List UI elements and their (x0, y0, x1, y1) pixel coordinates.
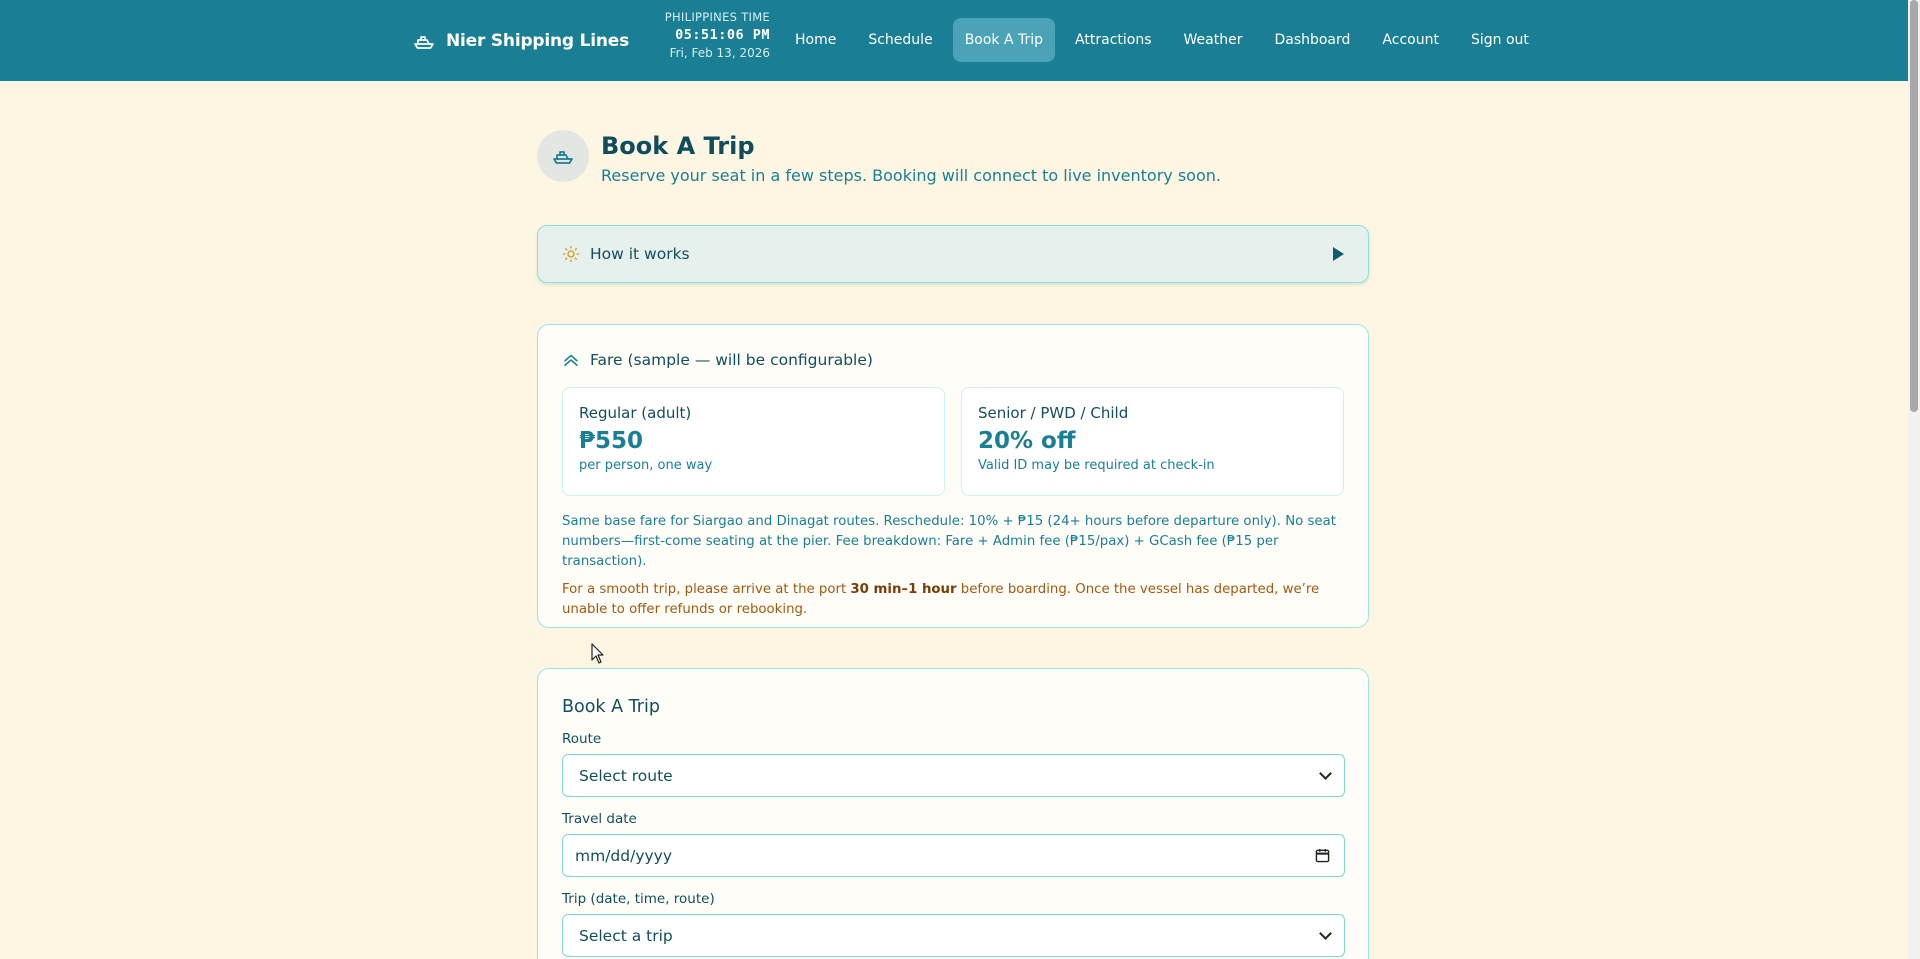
clock-date: Fri, Feb 13, 2026 (669, 46, 770, 60)
clock-label: PHILIPPINES TIME (664, 10, 770, 24)
fare-title: Fare (sample — will be configurable) (590, 351, 873, 369)
brand-logo-link[interactable]: Nier Shipping Lines (412, 0, 629, 81)
page-title: Book A Trip (601, 132, 755, 160)
nav-sign-out[interactable]: Sign out (1459, 18, 1541, 62)
booking-form-title: Book A Trip (562, 697, 660, 717)
nav-home[interactable]: Home (783, 18, 848, 62)
page-header: Book A Trip Reserve your seat in a few s… (537, 130, 1221, 185)
arrival-warning: For a smooth trip, please arrive at the … (562, 580, 1344, 620)
travel-date-placeholder: mm/dd/yyyy (575, 846, 673, 865)
brand-name: Nier Shipping Lines (446, 30, 630, 51)
booking-form: Book A Trip Route Select route Travel da… (537, 668, 1369, 959)
scrollbar-thumb[interactable] (1910, 0, 1918, 412)
nav-dashboard[interactable]: Dashboard (1262, 18, 1362, 62)
discount-fare-box: Senior / PWD / Child 20% off Valid ID ma… (961, 387, 1344, 496)
mouse-cursor-icon (591, 643, 604, 664)
travel-date-input[interactable]: mm/dd/yyyy (562, 834, 1345, 877)
how-it-works-label: How it works (590, 245, 690, 263)
arrival-warning-time: 30 min–1 hour (850, 582, 957, 597)
travel-date-label: Travel date (562, 811, 637, 827)
page-subtitle: Reserve your seat in a few steps. Bookin… (601, 166, 1221, 185)
main-nav: Home Schedule Book A Trip Attractions We… (783, 18, 1549, 62)
philippines-time-clock: PHILIPPINES TIME 05:51:06 PM Fri, Feb 13… (620, 10, 770, 60)
regular-fare-value: ₱550 (579, 428, 644, 454)
discount-fare-note: Valid ID may be required at check-in (978, 458, 1215, 473)
regular-fare-box: Regular (adult) ₱550 per person, one way (562, 387, 945, 496)
route-select[interactable]: Select route (562, 754, 1345, 797)
page-scrollbar[interactable] (1908, 0, 1920, 959)
play-icon (1333, 247, 1344, 261)
chevrons-up-icon (564, 354, 578, 366)
ship-icon (537, 130, 589, 182)
regular-fare-note: per person, one way (579, 458, 713, 473)
trip-select[interactable]: Select a trip (562, 914, 1345, 957)
nav-schedule[interactable]: Schedule (856, 18, 944, 62)
discount-fare-label: Senior / PWD / Child (978, 404, 1129, 422)
route-select-value: Select route (579, 766, 673, 785)
arrival-warning-prefix: For a smooth trip, please arrive at the … (562, 582, 851, 597)
chevron-down-icon (1319, 927, 1332, 940)
fare-card: Fare (sample — will be configurable) Reg… (537, 324, 1369, 628)
trip-select-value: Select a trip (579, 926, 673, 945)
nav-book-a-trip[interactable]: Book A Trip (952, 18, 1056, 62)
route-label: Route (562, 731, 602, 747)
discount-fare-value: 20% off (978, 428, 1076, 454)
trip-label: Trip (date, time, route) (562, 891, 715, 907)
fare-options: Regular (adult) ₱550 per person, one way… (562, 387, 1344, 496)
sun-icon (562, 245, 580, 263)
fare-policy-note: Same base fare for Siargao and Dinagat r… (562, 514, 1336, 569)
chevron-down-icon (1319, 767, 1332, 780)
fare-header: Fare (sample — will be configurable) (562, 351, 1344, 369)
top-navigation-bar: Nier Shipping Lines PHILIPPINES TIME 05:… (0, 0, 1908, 81)
calendar-icon[interactable] (1315, 848, 1330, 863)
nav-weather[interactable]: Weather (1172, 18, 1255, 62)
nav-attractions[interactable]: Attractions (1063, 18, 1163, 62)
how-it-works-toggle[interactable]: How it works (537, 225, 1369, 283)
regular-fare-label: Regular (adult) (579, 404, 692, 422)
clock-time: 05:51:06 PM (675, 27, 770, 43)
nav-account[interactable]: Account (1370, 18, 1451, 62)
ship-icon (414, 35, 434, 49)
